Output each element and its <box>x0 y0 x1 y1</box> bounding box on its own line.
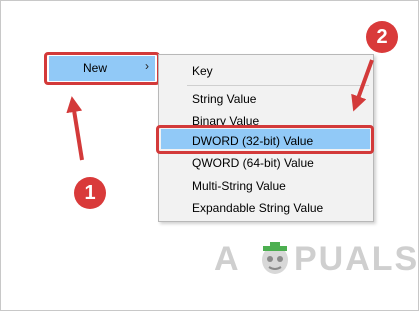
step-badge-1: 1 <box>74 177 106 209</box>
arrow-step2 <box>351 59 374 112</box>
logo-text-right: PUALS <box>294 240 419 278</box>
arrow-step1 <box>66 96 84 161</box>
mascot-logo-icon <box>262 242 288 274</box>
logo-text-left: A <box>214 240 241 278</box>
step-badge-2: 2 <box>366 21 398 53</box>
